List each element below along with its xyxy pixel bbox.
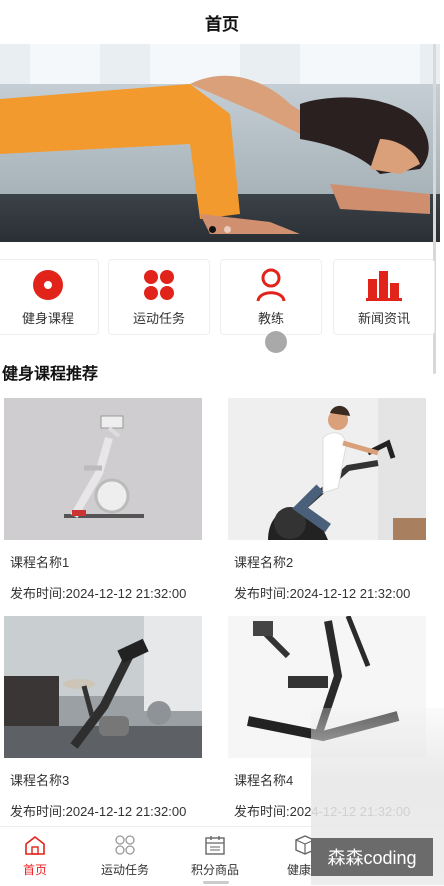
banner-dot[interactable] — [209, 226, 216, 233]
quick-nav-coach[interactable]: 教练 — [220, 259, 322, 335]
tab-points-goods[interactable]: 积分商品 — [165, 827, 265, 886]
quick-nav-tasks[interactable]: 运动任务 — [108, 259, 210, 335]
four-circles-icon — [114, 835, 136, 855]
section-title: 健身课程推荐 — [2, 366, 99, 383]
four-dots-icon — [143, 268, 175, 302]
person-icon — [256, 268, 286, 302]
top-header: 首页 — [0, 0, 444, 44]
buildings-chart-icon — [366, 268, 402, 302]
target-circle-icon — [31, 268, 65, 302]
calendar-icon — [204, 835, 226, 855]
page-title: 首页 — [205, 14, 239, 34]
quick-nav-label: 健身课程 — [21, 311, 74, 326]
tab-label: 运动任务 — [100, 863, 149, 877]
quick-nav-label: 运动任务 — [132, 311, 185, 326]
course-name: 课程名称1 — [10, 555, 70, 570]
course-time: 发布时间:2024-12-12 21:32:00 — [10, 586, 187, 601]
quick-nav: 健身课程 运动任务 教练 新闻资讯 — [0, 259, 444, 335]
home-icon — [24, 835, 46, 855]
quick-nav-label: 教练 — [257, 311, 284, 326]
course-thumbnail — [228, 398, 426, 540]
tab-label: 首页 — [22, 863, 47, 877]
quick-nav-label: 新闻资讯 — [357, 311, 410, 326]
quick-nav-news[interactable]: 新闻资讯 — [333, 259, 435, 335]
course-card[interactable]: 课程名称2 发布时间:2024-12-12 21:32:00 — [228, 398, 428, 602]
course-time: 发布时间:2024-12-12 21:32:00 — [234, 586, 411, 601]
tab-tasks[interactable]: 运动任务 — [75, 827, 175, 886]
watermark-label: 森森coding — [311, 838, 433, 876]
course-card[interactable]: 课程名称3 发布时间:2024-12-12 21:32:00 — [4, 616, 204, 820]
tab-label: 积分商品 — [190, 863, 239, 877]
banner-indicator — [0, 226, 440, 233]
course-name: 课程名称2 — [234, 555, 294, 570]
tab-home[interactable]: 首页 — [0, 827, 85, 886]
banner-carousel[interactable] — [0, 44, 440, 242]
course-time: 发布时间:2024-12-12 21:32:00 — [10, 804, 187, 819]
scroll-indicator[interactable] — [265, 331, 287, 353]
banner-image — [0, 44, 440, 242]
course-name: 课程名称3 — [10, 773, 70, 788]
quick-nav-courses[interactable]: 健身课程 — [0, 259, 99, 335]
banner-dot[interactable] — [224, 226, 231, 233]
home-indicator — [203, 881, 229, 884]
course-thumbnail — [4, 616, 202, 758]
course-thumbnail — [4, 398, 202, 540]
course-card[interactable]: 课程名称1 发布时间:2024-12-12 21:32:00 — [4, 398, 204, 602]
